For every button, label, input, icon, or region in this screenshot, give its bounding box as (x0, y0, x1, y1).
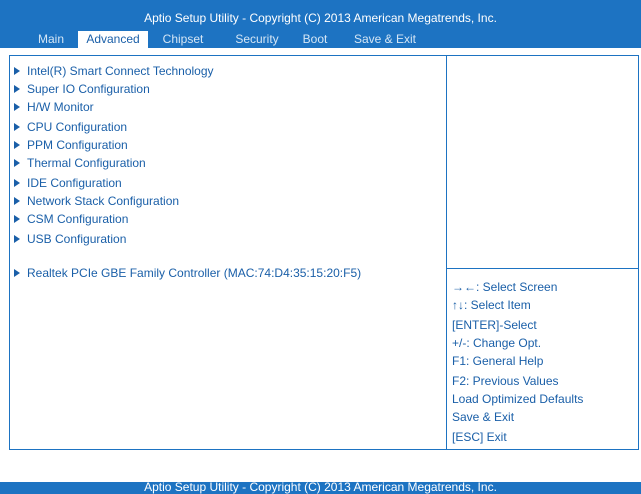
triangle-right-icon (14, 268, 20, 277)
tab-security[interactable]: Security (226, 31, 288, 48)
bottom-bar: Aptio Setup Utility - Copyright (C) 2013… (0, 482, 641, 494)
triangle-right-icon (14, 234, 20, 243)
menu-item-cpu[interactable]: CPU Configuration (14, 119, 127, 135)
help-select-screen: →←: Select Screen (452, 280, 558, 294)
panel-divider (446, 56, 447, 449)
help-divider (447, 268, 638, 269)
help-save-exit: Save & Exit (452, 410, 515, 424)
menu-item-label: CPU Configuration (27, 120, 128, 134)
help-previous-values: F2: Previous Values (452, 374, 559, 388)
help-change-opt: +/-: Change Opt. (452, 336, 542, 350)
menu-item-csm[interactable]: CSM Configuration (14, 211, 128, 227)
menu-item-label: H/W Monitor (27, 100, 94, 114)
menu-item-ppm[interactable]: PPM Configuration (14, 137, 128, 153)
tab-chipset[interactable]: Chipset (155, 31, 211, 48)
tab-advanced[interactable]: Advanced (78, 31, 148, 48)
menu-item-usb[interactable]: USB Configuration (14, 231, 126, 247)
menu-item-label: USB Configuration (27, 232, 127, 246)
triangle-right-icon (14, 214, 20, 223)
tab-boot[interactable]: Boot (299, 31, 331, 48)
menu-item-label: Intel(R) Smart Connect Technology (27, 64, 214, 78)
menu-item-thermal[interactable]: Thermal Configuration (14, 155, 146, 171)
menu-item-label: Thermal Configuration (27, 156, 146, 170)
menu-item-realtek-nic[interactable]: Realtek PCIe GBE Family Controller (MAC:… (14, 265, 361, 281)
triangle-right-icon (14, 158, 20, 167)
help-general-help: F1: General Help (452, 354, 544, 368)
help-enter-select: [ENTER]-Select (452, 318, 537, 332)
menu-item-hw-monitor[interactable]: H/W Monitor (14, 99, 94, 115)
main-frame: Intel(R) Smart Connect Technology Super … (9, 55, 639, 450)
top-bar: Aptio Setup Utility - Copyright (C) 2013… (0, 0, 641, 48)
menu-item-label: PPM Configuration (27, 138, 128, 152)
menu-item-super-io[interactable]: Super IO Configuration (14, 81, 150, 97)
menu-item-label: Realtek PCIe GBE Family Controller (MAC:… (27, 266, 362, 280)
help-select-item: ↑↓: Select Item (452, 298, 531, 312)
utility-title: Aptio Setup Utility - Copyright (C) 2013… (144, 11, 497, 25)
menu-item-network-stack[interactable]: Network Stack Configuration (14, 193, 179, 209)
tab-save-exit[interactable]: Save & Exit (347, 31, 423, 48)
menu-item-label: Super IO Configuration (27, 82, 150, 96)
menu-item-smart-connect[interactable]: Intel(R) Smart Connect Technology (14, 63, 214, 79)
tab-main[interactable]: Main (29, 31, 73, 48)
triangle-right-icon (14, 196, 20, 205)
triangle-right-icon (14, 122, 20, 131)
triangle-right-icon (14, 178, 20, 187)
help-esc-exit: [ESC] Exit (452, 430, 507, 444)
triangle-right-icon (14, 140, 20, 149)
menu-item-label: IDE Configuration (27, 176, 122, 190)
menu-item-label: CSM Configuration (27, 212, 129, 226)
triangle-right-icon (14, 66, 20, 75)
tab-bar: Main Advanced Chipset Security Boot Save… (0, 31, 641, 48)
triangle-right-icon (14, 84, 20, 93)
help-load-defaults: Load Optimized Defaults (452, 392, 584, 406)
triangle-right-icon (14, 102, 20, 111)
footer-text: Aptio Setup Utility - Copyright (C) 2013… (144, 482, 497, 494)
menu-item-ide[interactable]: IDE Configuration (14, 175, 122, 191)
menu-item-label: Network Stack Configuration (27, 194, 180, 208)
